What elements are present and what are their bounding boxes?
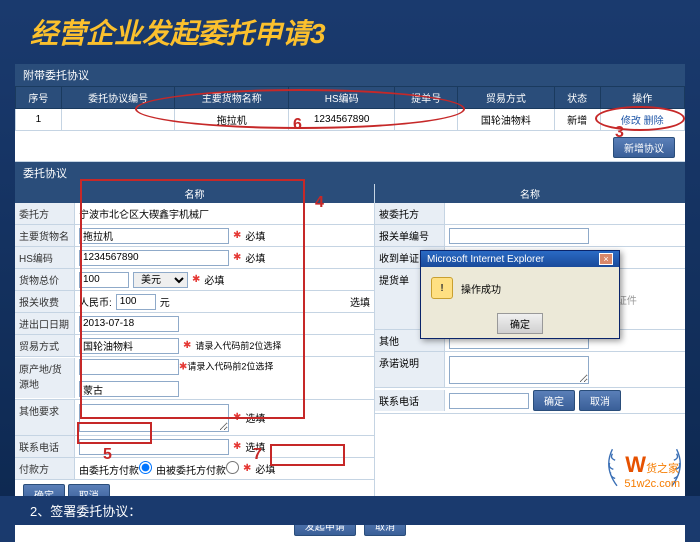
opt-text: 选填 xyxy=(350,294,370,309)
th-trade: 贸易方式 xyxy=(458,87,555,109)
annotation-ellipse-3 xyxy=(595,106,685,131)
annotation-7: 7 xyxy=(253,446,262,464)
dialog-message: 操作成功 xyxy=(461,281,501,296)
lbl-declno: 报关单编号 xyxy=(375,225,445,246)
logo-brand: 货之家 xyxy=(646,463,679,475)
lbl-fee: 报关收费 xyxy=(15,291,75,312)
lbl-hs: HS编码 xyxy=(15,247,75,268)
declno-input[interactable] xyxy=(449,228,589,244)
th-seq: 序号 xyxy=(16,87,62,109)
dialog-title: Microsoft Internet Explorer xyxy=(427,254,544,265)
lbl-price: 货物总价 xyxy=(15,269,75,290)
lbl-rphone: 联系电话 xyxy=(375,390,445,411)
lbl-trade: 贸易方式 xyxy=(15,335,75,356)
rphone-input[interactable] xyxy=(449,393,529,409)
section1-header: 附带委托协议 xyxy=(15,64,685,86)
annotation-4: 4 xyxy=(315,194,324,212)
success-dialog: Microsoft Internet Explorer × ! 操作成功 确定 xyxy=(420,250,620,339)
right-cancel-button[interactable]: 取消 xyxy=(579,390,621,411)
footer-text: 2、签署委托协议： xyxy=(0,496,700,525)
annotation-box-5 xyxy=(77,422,152,444)
lbl-promise: 承诺说明 xyxy=(375,352,445,387)
annotation-3: 3 xyxy=(615,124,624,142)
pay-option1[interactable]: 由委托方付款 xyxy=(79,461,152,477)
logo: W货之家 51w2c.com xyxy=(624,452,680,490)
logo-w-icon: W xyxy=(625,452,646,477)
annotation-box-4 xyxy=(80,179,305,419)
dialog-ok-button[interactable]: 确定 xyxy=(497,313,543,334)
pay-option2[interactable]: 由被委托方付款 xyxy=(156,461,239,477)
lbl-phone: 联系电话 xyxy=(15,436,75,457)
lbl-pay: 付款方 xyxy=(15,458,75,479)
promise-textarea[interactable] xyxy=(449,356,589,384)
lbl-date: 进出口日期 xyxy=(15,313,75,334)
warning-icon: ! xyxy=(431,277,453,299)
annotation-box-7 xyxy=(270,444,345,466)
required-icon: ✱ xyxy=(243,463,251,474)
page-title: 经营企业发起委托申请3 xyxy=(0,0,700,64)
right-name-header: 名称 xyxy=(375,184,685,203)
cell-trade: 国轮油物料 xyxy=(458,109,555,131)
annotation-6: 6 xyxy=(293,116,302,134)
th-status: 状态 xyxy=(554,87,600,109)
lbl-other: 其他要求 xyxy=(15,400,75,435)
logo-url: 51w2c.com xyxy=(624,478,680,490)
lbl-goods: 主要货物名 xyxy=(15,225,75,246)
lbl-agent: 被委托方 xyxy=(375,203,445,224)
close-icon[interactable]: × xyxy=(599,253,613,265)
annotation-5: 5 xyxy=(103,446,112,464)
cell-status: 新增 xyxy=(554,109,600,131)
lbl-origin: 原产地/货源地 xyxy=(15,358,75,398)
right-ok-button[interactable]: 确定 xyxy=(533,390,575,411)
cell-seq: 1 xyxy=(16,109,62,131)
lbl-client: 委托方 xyxy=(15,203,75,224)
optional-icon: ✱ xyxy=(233,441,241,452)
